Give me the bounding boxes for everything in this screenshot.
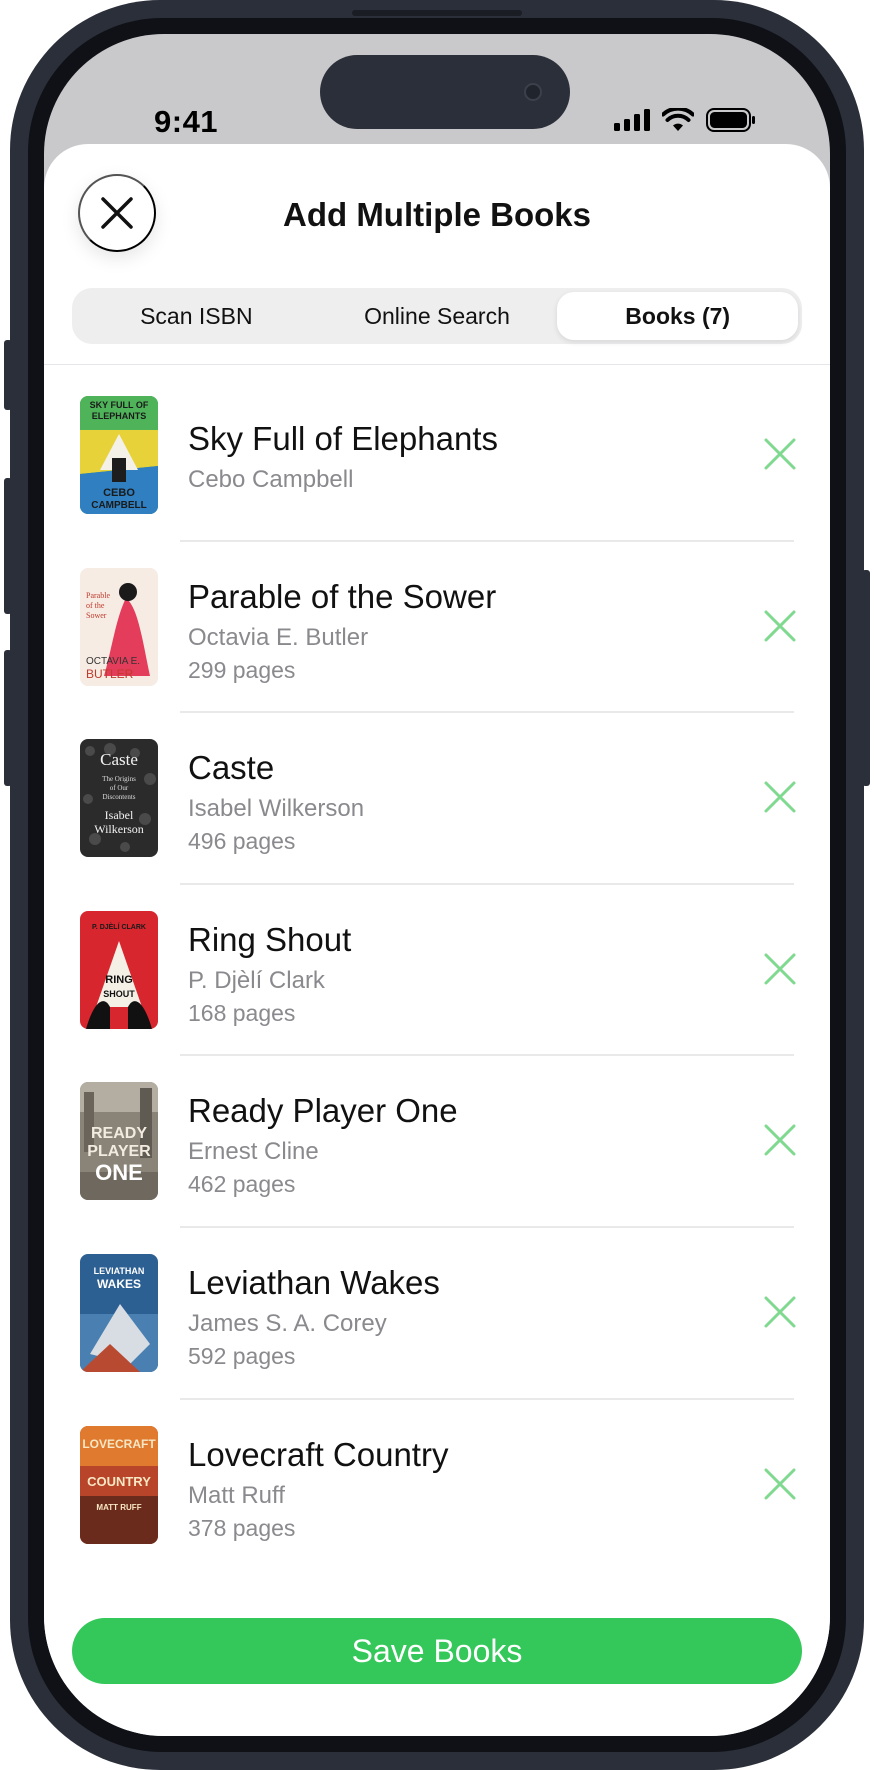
book-author: Cebo Campbell bbox=[188, 466, 354, 493]
remove-book-icon[interactable] bbox=[760, 1464, 800, 1504]
cover-text: Wilkerson bbox=[94, 822, 144, 836]
list-item: SKY FULL OF ELEPHANTS CEBO CAMPBELL Sky … bbox=[44, 370, 830, 542]
wifi-icon bbox=[662, 108, 694, 131]
cover-text: Isabel bbox=[105, 808, 134, 822]
book-cover: Parable of the Sower OCTAVIA E. BUTLER bbox=[80, 567, 158, 686]
book-title: Lovecraft Country bbox=[188, 1435, 449, 1473]
book-list: SKY FULL OF ELEPHANTS CEBO CAMPBELL Sky … bbox=[44, 370, 830, 1571]
battery-icon bbox=[706, 108, 755, 132]
cover-text: P. DJÈLÍ CLARK bbox=[92, 922, 146, 931]
cover-text: LOVECRAFT bbox=[82, 1437, 156, 1451]
cover-text: of the bbox=[86, 601, 105, 610]
book-cover: LEVIATHAN WAKES bbox=[80, 1253, 158, 1372]
cover-text: of Our bbox=[110, 784, 129, 792]
remove-book-icon[interactable] bbox=[760, 1120, 800, 1160]
book-pages: 462 pages bbox=[188, 1171, 296, 1198]
book-pages: 496 pages bbox=[188, 828, 296, 855]
tab-books[interactable]: Books (7) bbox=[557, 292, 799, 340]
book-pages: 168 pages bbox=[188, 999, 296, 1026]
list-item: Parable of the Sower OCTAVIA E. BUTLER P… bbox=[44, 542, 830, 714]
cover-text: WAKES bbox=[97, 1277, 141, 1291]
list-item: LOVECRAFT COUNTRY MATT RUFF Lovecraft Co… bbox=[44, 1400, 830, 1572]
front-camera bbox=[524, 83, 542, 101]
cover-text: MATT RUFF bbox=[96, 1503, 141, 1512]
remove-book-icon[interactable] bbox=[760, 434, 800, 474]
book-pages: 592 pages bbox=[188, 1342, 296, 1369]
book-author: Isabel Wilkerson bbox=[188, 795, 365, 823]
cover-text: BUTLER bbox=[86, 667, 134, 681]
cover-text: Parable bbox=[86, 591, 110, 600]
book-cover: SKY FULL OF ELEPHANTS CEBO CAMPBELL bbox=[80, 396, 158, 514]
book-cover: READY PLAYER ONE bbox=[80, 1082, 158, 1201]
book-title: Ready Player One bbox=[188, 1092, 458, 1130]
cellular-signal-icon bbox=[614, 109, 650, 131]
cover-text: READY bbox=[91, 1125, 147, 1142]
book-title: Parable of the Sower bbox=[188, 577, 497, 615]
cover-text: CEBO bbox=[103, 487, 135, 499]
book-author: Ernest Cline bbox=[188, 1138, 319, 1166]
book-title: Caste bbox=[188, 749, 275, 787]
status-time: 9:41 bbox=[154, 104, 219, 139]
divider bbox=[44, 364, 830, 365]
cover-text: Caste bbox=[100, 750, 138, 769]
speaker-grille bbox=[352, 10, 522, 16]
phone-frame: 9:41 Add Multiple Books Scan ISBN Online… bbox=[4, 0, 870, 1770]
cover-text: SHOUT bbox=[103, 989, 135, 999]
book-author: Octavia E. Butler bbox=[188, 623, 369, 651]
cover-text: CAMPBELL bbox=[91, 500, 147, 511]
book-pages: 299 pages bbox=[188, 656, 296, 683]
tab-scan-isbn[interactable]: Scan ISBN bbox=[76, 292, 317, 340]
book-author: Matt Ruff bbox=[188, 1481, 285, 1509]
cover-text: SKY FULL OF bbox=[90, 400, 149, 410]
remove-book-icon[interactable] bbox=[760, 1292, 800, 1332]
cover-text: RING bbox=[105, 974, 133, 986]
cover-text: ONE bbox=[95, 1160, 143, 1185]
screen: 9:41 Add Multiple Books Scan ISBN Online… bbox=[44, 34, 830, 1736]
cover-text: PLAYER bbox=[87, 1143, 151, 1160]
volume-up-button bbox=[4, 478, 12, 614]
book-pages: 378 pages bbox=[188, 1514, 296, 1541]
book-cover: P. DJÈLÍ CLARK RING SHOUT bbox=[80, 910, 158, 1029]
remove-book-icon[interactable] bbox=[760, 606, 800, 646]
book-title: Leviathan Wakes bbox=[188, 1263, 440, 1301]
save-books-button[interactable]: Save Books bbox=[72, 1618, 802, 1684]
cover-text: Sower bbox=[86, 611, 107, 620]
tab-online-search[interactable]: Online Search bbox=[317, 292, 558, 340]
list-item: P. DJÈLÍ CLARK RING SHOUT Ring Shout P. … bbox=[44, 885, 830, 1057]
add-books-sheet: Add Multiple Books Scan ISBN Online Sear… bbox=[44, 144, 830, 1736]
cover-text: Discontents bbox=[102, 793, 135, 801]
dynamic-island bbox=[320, 55, 570, 129]
sheet-title: Add Multiple Books bbox=[283, 196, 591, 233]
power-button bbox=[862, 570, 870, 786]
cover-text: OCTAVIA E. bbox=[86, 656, 140, 667]
status-icons bbox=[614, 108, 756, 132]
list-item: Caste The Origins of Our Discontents Isa… bbox=[44, 713, 830, 885]
book-title: Sky Full of Elephants bbox=[188, 420, 498, 457]
cover-text: ELEPHANTS bbox=[92, 411, 147, 421]
cover-text: COUNTRY bbox=[87, 1474, 151, 1489]
book-cover: LOVECRAFT COUNTRY MATT RUFF bbox=[80, 1425, 158, 1544]
book-author: James S. A. Corey bbox=[188, 1309, 387, 1337]
cover-text: The Origins bbox=[102, 775, 136, 783]
remove-book-icon[interactable] bbox=[760, 777, 800, 817]
book-title: Ring Shout bbox=[188, 920, 352, 958]
book-author: P. Djèlí Clark bbox=[188, 966, 325, 994]
list-item: READY PLAYER ONE Ready Player One Ernest… bbox=[44, 1056, 830, 1228]
remove-book-icon[interactable] bbox=[760, 949, 800, 989]
volume-down-button bbox=[4, 650, 12, 786]
book-cover: Caste The Origins of Our Discontents Isa… bbox=[80, 739, 158, 858]
segmented-control: Scan ISBN Online Search Books (7) bbox=[72, 288, 802, 344]
cover-text: LEVIATHAN bbox=[94, 1266, 145, 1276]
action-button bbox=[4, 340, 12, 410]
list-item: LEVIATHAN WAKES Leviathan Wakes James S.… bbox=[44, 1228, 830, 1400]
